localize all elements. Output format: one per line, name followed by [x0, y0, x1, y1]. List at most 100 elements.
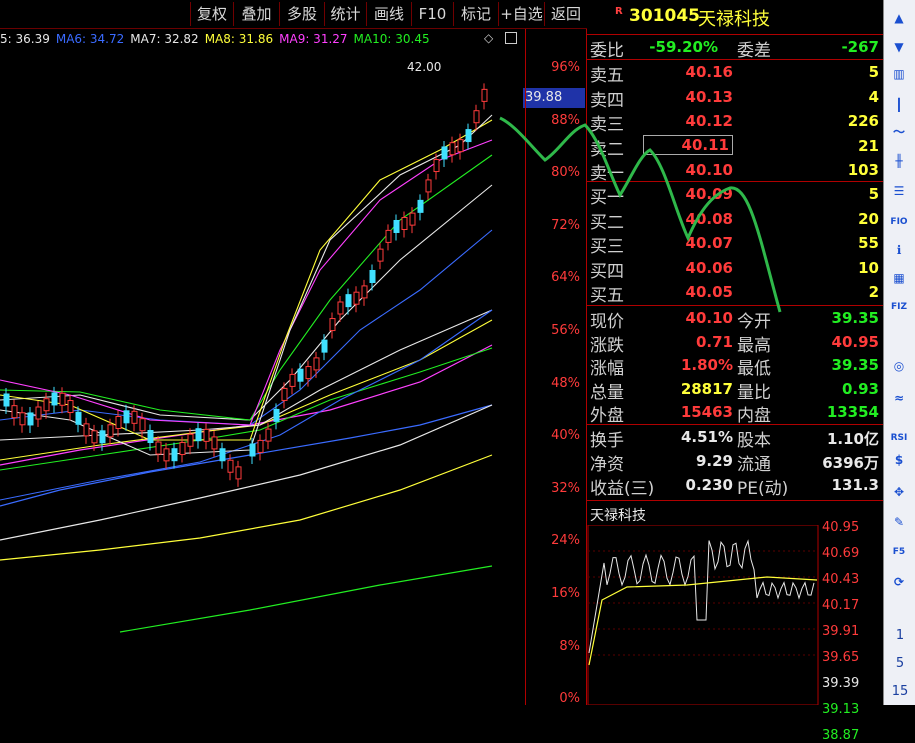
stat-label: 内盘 [737, 406, 771, 426]
stat-label: 最低 [737, 359, 771, 379]
candle-body [345, 294, 352, 308]
candle-body [83, 423, 90, 437]
candle-body [163, 448, 170, 462]
candle-body [235, 466, 242, 480]
book-row[interactable]: 买五 40.05 2 [587, 280, 883, 306]
book-row[interactable]: 卖三 40.12 226 [587, 109, 883, 135]
book-row[interactable]: 卖四 40.13 4 [587, 85, 883, 111]
candle-body [131, 410, 138, 424]
book-row[interactable]: 卖二 40.11 21 [587, 134, 883, 160]
percent-tick: 16% [551, 586, 580, 601]
candle-body [3, 393, 10, 407]
toolbar-button-2[interactable]: 多股 [279, 2, 324, 26]
stat-row: 涨幅 1.80% 最低 39.35 [587, 353, 883, 379]
book-price: 40.16 [685, 63, 733, 81]
candle-body [27, 412, 34, 426]
book-row[interactable]: 买一 40.09 5 [587, 182, 883, 208]
candle-body [123, 410, 130, 424]
pen-icon[interactable]: ✎ [889, 512, 909, 532]
candle-body [203, 428, 210, 442]
percent-tick: 64% [551, 270, 580, 286]
mini-chart-title: 天禄科技 [590, 508, 646, 524]
intraday-price-tick: 40.69 [822, 546, 860, 561]
book-row[interactable]: 买三 40.07 55 [587, 231, 883, 257]
wave-icon[interactable]: ≈ [889, 388, 909, 408]
period-number[interactable]: 15 [884, 684, 915, 699]
toolbar-button-0[interactable]: 复权 [190, 2, 233, 26]
stat-value: 39.35 [831, 309, 879, 327]
price-line [588, 539, 815, 654]
toolbar-button-5[interactable]: F10 [411, 2, 453, 26]
f10-icon[interactable]: FIO [889, 212, 909, 232]
book-row[interactable]: 卖一 40.10 103 [587, 158, 883, 184]
up-arrow-icon[interactable]: ▲ [889, 8, 909, 28]
candle-body [425, 179, 432, 193]
candle-body [43, 398, 50, 412]
refresh-icon[interactable]: ⟳ [889, 572, 909, 592]
list-icon[interactable]: ☰ [889, 181, 909, 201]
move-icon[interactable]: ✥ [889, 482, 909, 502]
intraday-price-tick: 40.95 [822, 520, 860, 535]
kline-chart[interactable] [0, 49, 525, 705]
fund-label: 收益(三) [590, 479, 655, 499]
toolbar-button-8[interactable]: 返回 [544, 2, 587, 26]
percent-tick: 88% [551, 112, 580, 128]
stock-title-bar: R 301045 天禄科技 [587, 0, 883, 35]
intraday-price-tick: 39.13 [822, 702, 860, 717]
book-volume: 4 [868, 87, 879, 106]
f5-icon[interactable]: F5 [889, 542, 909, 562]
chart-toolbar: 复权 叠加 多股 统计 画线 F10 标记 +自选 返回 [0, 0, 587, 29]
down-arrow-icon[interactable]: ▼ [889, 37, 909, 57]
f1-icon[interactable]: FIZ [889, 297, 909, 317]
book-row[interactable]: 卖五 40.16 5 [587, 60, 883, 86]
rsi-icon[interactable]: RSI [889, 428, 909, 448]
circle-icon[interactable]: ◎ [889, 356, 909, 376]
grid-icon[interactable]: ▦ [889, 268, 909, 288]
chevron-icon[interactable]: ◇ [484, 31, 493, 45]
expand-icon[interactable] [505, 32, 517, 44]
ma-legend-item: 5: 36.39 [0, 32, 50, 46]
candle-body [155, 441, 162, 455]
line-chart-icon[interactable]: 〜 [889, 122, 909, 142]
s-icon[interactable]: $ [889, 450, 909, 470]
candle-body [67, 400, 74, 414]
candle-icon[interactable]: ┃ [889, 95, 909, 115]
info-icon[interactable]: ℹ [889, 240, 909, 260]
candle-body [289, 373, 296, 387]
kline-icon[interactable]: ╫ [889, 151, 909, 171]
percent-tick: 80% [551, 165, 580, 181]
toolbar-button-3[interactable]: 统计 [324, 2, 366, 26]
stat-row: 现价 40.10 今开 39.35 [587, 306, 883, 332]
book-volume: 21 [858, 136, 879, 155]
percent-tick: 32% [551, 480, 580, 496]
high-price-label: 42.00 [407, 60, 442, 74]
intraday-chart[interactable] [587, 525, 819, 705]
period-number[interactable]: 1 [884, 628, 915, 643]
period-number[interactable]: 5 [884, 656, 915, 671]
stat-value: 28817 [680, 379, 733, 398]
ma-line [0, 454, 493, 561]
ma-legend-item: MA6: 34.72 [55, 32, 125, 46]
intraday-price-tick: 40.17 [822, 598, 860, 613]
f2-icon[interactable] [889, 326, 909, 346]
candle-body [257, 439, 264, 453]
toolbar-button-4[interactable]: 画线 [366, 2, 411, 26]
book-price: 40.13 [685, 87, 733, 106]
stat-value: 0.93 [841, 379, 879, 398]
toolbar-button-6[interactable]: 标记 [453, 2, 498, 26]
candle-body [219, 448, 226, 462]
book-volume: 103 [847, 161, 879, 179]
ma-line [0, 319, 493, 461]
candle-body [273, 408, 280, 422]
stat-label: 涨幅 [590, 359, 624, 379]
toolbar-button-7[interactable]: +自选 [498, 2, 544, 26]
bar-chart-icon[interactable]: ▥ [889, 64, 909, 84]
toolbar-button-1[interactable]: 叠加 [233, 2, 279, 26]
fund-label: 换手 [590, 431, 624, 451]
candle-body [91, 430, 98, 444]
book-row[interactable]: 买二 40.08 20 [587, 207, 883, 233]
candle-body [457, 139, 464, 153]
candle-body [297, 368, 304, 382]
stat-label: 最高 [737, 335, 771, 356]
book-row[interactable]: 买四 40.06 10 [587, 256, 883, 282]
